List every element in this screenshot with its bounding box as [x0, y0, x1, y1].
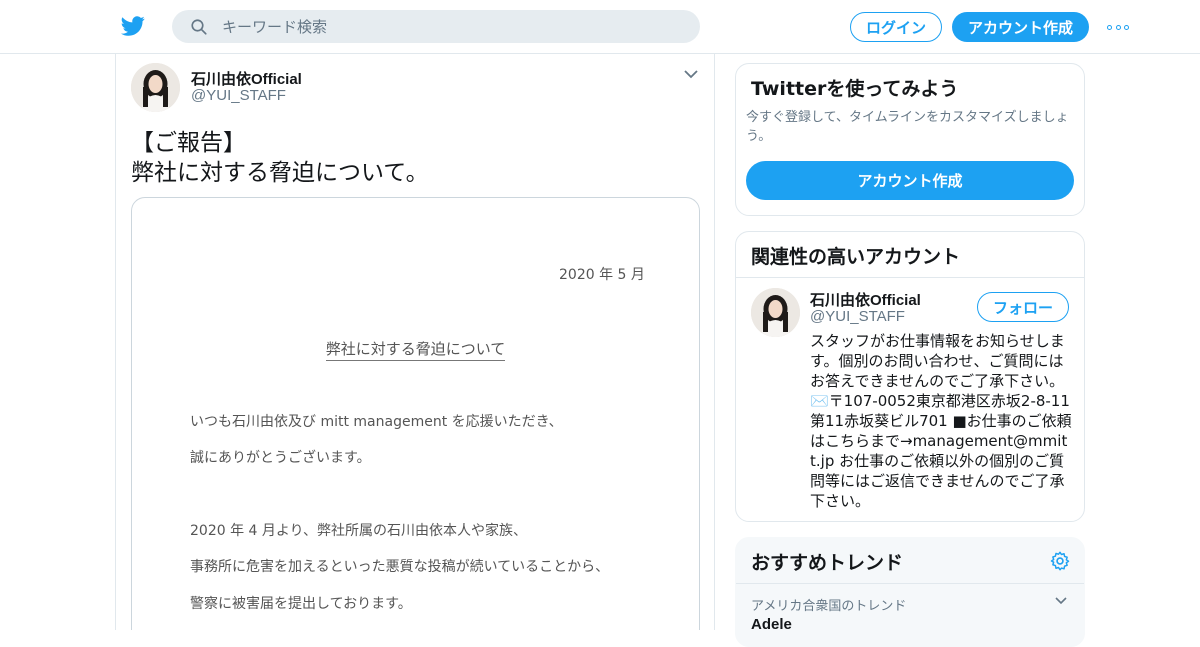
tweet-text: 【ご報告】 弊社に対する脅迫について。: [131, 128, 429, 188]
author-handle[interactable]: @YUI_STAFF: [191, 87, 286, 104]
trend-context: アメリカ合衆国のトレンド: [751, 599, 907, 614]
signup-card-title: Twitterを使ってみよう: [751, 78, 959, 100]
related-accounts-card: 関連性の高いアカウント 石川由依Official @YUI_STAFF フォロー…: [735, 231, 1085, 522]
related-account-handle[interactable]: @YUI_STAFF: [810, 308, 905, 325]
document-title: 弊社に対する脅迫について: [132, 338, 699, 361]
document-line: 警察に被害届を提出しております。: [190, 596, 412, 612]
document-line: いつも石川由依及び mitt management を応援いただき、: [190, 414, 563, 430]
tweet-panel: 石川由依Official @YUI_STAFF 【ご報告】 弊社に対する脅迫につ…: [115, 54, 715, 630]
chevron-down-icon[interactable]: [683, 68, 699, 80]
profile-photo-icon: [751, 288, 800, 337]
document-line: 事務所に危害を加えるといった悪質な投稿が続いていることから、: [190, 559, 610, 575]
divider: [736, 277, 1084, 278]
signup-button[interactable]: アカウント作成: [952, 12, 1089, 42]
search-input[interactable]: [222, 10, 682, 43]
related-accounts-title: 関連性の高いアカウント: [751, 246, 961, 268]
signup-card-subtitle: 今すぐ登録して、タイムラインをカスタマイズしましょう。: [746, 110, 1069, 144]
chevron-down-icon[interactable]: [1054, 596, 1068, 606]
signup-card: Twitterを使ってみよう 今すぐ登録して、タイムラインをカスタマイズしましょ…: [735, 63, 1085, 216]
top-navigation-bar: ログイン アカウント作成: [0, 0, 1200, 54]
trends-title: おすすめトレンド: [751, 552, 904, 574]
trends-card: おすすめトレンド アメリカ合衆国のトレンド Adele: [735, 537, 1085, 647]
tweet-text-line: 弊社に対する脅迫について。: [131, 160, 429, 186]
document-line: 誠にありがとうございます。: [190, 450, 371, 466]
divider: [736, 583, 1084, 584]
trend-item[interactable]: Adele: [751, 616, 792, 633]
gear-icon[interactable]: [1049, 550, 1071, 572]
profile-photo-icon: [131, 63, 180, 112]
document-date: 2020 年 5 月: [559, 267, 645, 283]
search-icon: [191, 19, 207, 35]
document-line: 2020 年 4 月より、弊社所属の石川由依本人や家族、: [190, 523, 528, 539]
more-options-icon[interactable]: [1107, 22, 1129, 32]
login-button[interactable]: ログイン: [850, 12, 942, 42]
author-name[interactable]: 石川由依Official: [191, 68, 302, 89]
tweet-image-attachment[interactable]: 2020 年 5 月 弊社に対する脅迫について いつも石川由依及び mitt m…: [131, 197, 700, 630]
search-bar[interactable]: [172, 10, 700, 43]
related-account-bio: スタッフがお仕事情報をお知らせします。個別のお問い合わせ、ご質問にはお答えできま…: [810, 332, 1072, 510]
signup-card-button[interactable]: アカウント作成: [746, 161, 1074, 200]
related-account-name[interactable]: 石川由依Official: [810, 289, 921, 310]
twitter-bird-icon[interactable]: [120, 14, 146, 38]
avatar[interactable]: [751, 288, 800, 337]
avatar[interactable]: [131, 63, 180, 112]
tweet-text-line: 【ご報告】: [131, 130, 246, 156]
follow-button[interactable]: フォロー: [977, 292, 1069, 322]
